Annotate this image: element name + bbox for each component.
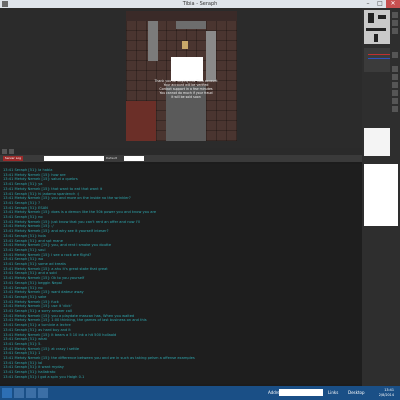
taskbar: Address Links Desktop 13:41 2/8/2014 <box>0 386 400 400</box>
window-title: Tibia - Seraph <box>182 1 218 7</box>
maximize-button[interactable]: □ <box>374 0 386 8</box>
minimize-button[interactable]: – <box>362 0 374 8</box>
server-log-tab[interactable]: Server Log <box>3 156 23 161</box>
channel-label: Default <box>106 156 117 160</box>
clock-date: 2/8/2014 <box>378 392 394 397</box>
zoom-out-icon[interactable] <box>392 20 398 26</box>
quests-icon[interactable] <box>392 98 398 104</box>
start-button[interactable] <box>2 388 12 398</box>
container-panel <box>364 164 398 226</box>
wall-block <box>206 31 216 81</box>
minimap[interactable] <box>364 10 390 44</box>
battle-icon[interactable] <box>392 74 398 80</box>
vip-icon[interactable] <box>392 82 398 88</box>
chat-line: 13:41 Seraph [51]: I got a spin you Haig… <box>3 374 85 379</box>
health-bar <box>368 54 390 55</box>
options-icon[interactable] <box>392 90 398 96</box>
compass-icon[interactable] <box>392 28 398 34</box>
inventory-icon[interactable] <box>392 52 398 58</box>
channel-field[interactable] <box>124 156 144 161</box>
wall-block <box>126 11 237 21</box>
creature-sprite[interactable] <box>182 41 188 49</box>
skills-list-panel <box>364 128 390 156</box>
taskbar-app-icon[interactable] <box>38 388 48 398</box>
lava-floor <box>126 101 156 141</box>
taskbar-app-icon[interactable] <box>14 388 24 398</box>
notice-line: it will be sold soon <box>171 95 201 99</box>
zoom-in-icon[interactable] <box>392 12 398 18</box>
notice-message: Thank you for buying this Tibia account … <box>146 79 226 99</box>
right-sidebar <box>362 8 400 386</box>
game-view[interactable]: Thank you for buying this Tibia account … <box>126 11 237 141</box>
command-bar: Server Log Default <box>0 155 362 162</box>
mana-bar <box>368 58 390 59</box>
close-button[interactable]: ✕ <box>386 0 400 8</box>
notice-box <box>171 57 203 81</box>
taskbar-app-icon[interactable] <box>26 388 36 398</box>
chat-log[interactable]: 13:41 Seraph [51]: la habla 13:41 Mehdy N… <box>0 164 362 384</box>
system-clock: 13:41 2/8/2014 <box>379 388 394 397</box>
chat-input[interactable] <box>44 156 104 161</box>
chat-settings-icon[interactable] <box>9 149 14 154</box>
chat-toggle-icon[interactable] <box>2 149 7 154</box>
logout-icon[interactable] <box>392 106 398 112</box>
desktop-label[interactable]: Desktop <box>348 390 365 395</box>
address-input[interactable] <box>279 389 323 396</box>
links-label[interactable]: Links <box>328 390 338 395</box>
skills-icon[interactable] <box>392 66 398 72</box>
wall-block <box>176 21 206 29</box>
window-titlebar: Tibia - Seraph – □ ✕ <box>0 0 400 8</box>
wall-block <box>148 21 158 61</box>
chat-toolbar <box>0 148 362 155</box>
status-panel <box>364 48 390 72</box>
